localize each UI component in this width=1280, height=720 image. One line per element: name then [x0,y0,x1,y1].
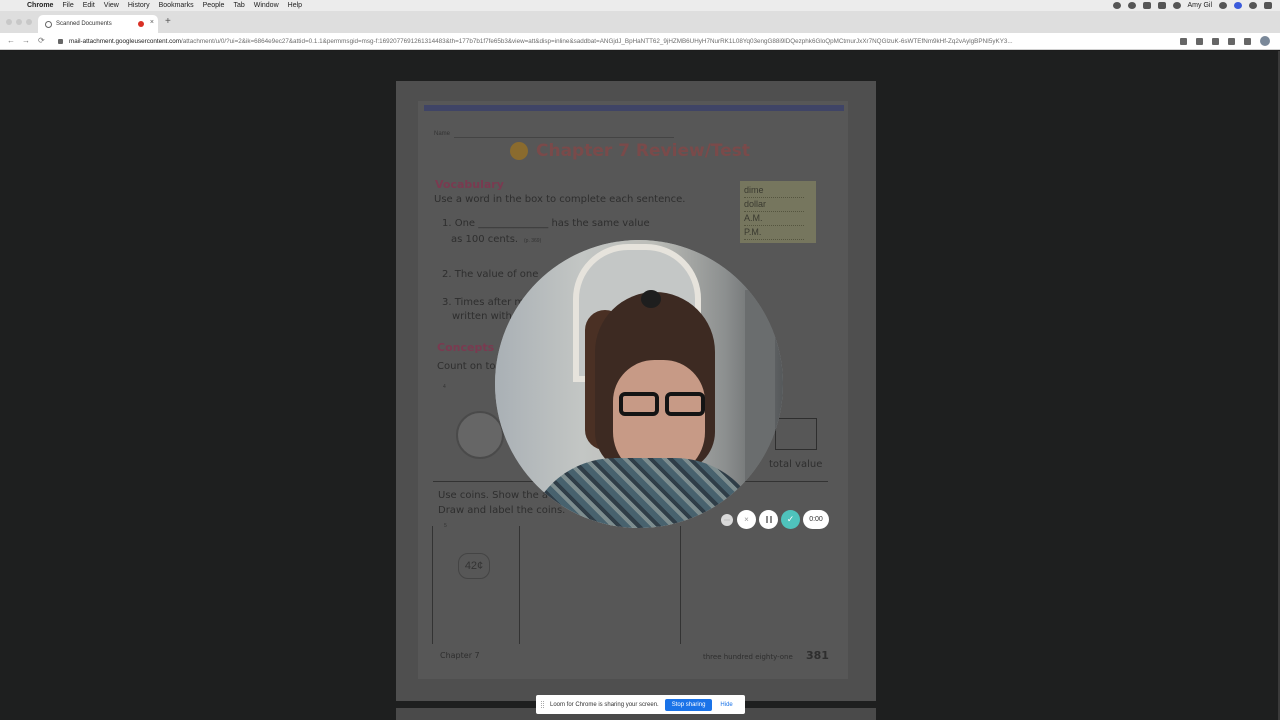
word-box: dime dollar A.M. P.M. [740,181,816,243]
bookmark-star-icon[interactable] [1212,37,1219,45]
footer-chapter: Chapter 7 [440,651,480,660]
window-controls [6,19,32,25]
page-banner [424,105,844,111]
word-dime: dime [744,184,804,198]
column-line-2 [519,526,520,644]
forward-icon[interactable]: → [22,36,30,45]
question-5-number: 5 [444,523,447,529]
column-line-1 [432,526,433,644]
screen-share-icon[interactable] [1142,2,1151,9]
menu-app-chrome[interactable]: Chrome [27,0,53,11]
reload-icon[interactable]: ⟳ [38,36,45,45]
sharing-message: Loom for Chrome is sharing your screen. [550,701,659,708]
status-area: Amy Gil [1112,0,1272,11]
vocabulary-heading: Vocabulary [435,178,504,191]
wifi-icon[interactable] [1172,2,1181,9]
hide-button[interactable]: Hide [720,702,732,708]
close-tab-icon[interactable]: × [150,19,154,26]
word-pm: P.M. [744,226,804,240]
camera-bubble[interactable] [495,240,783,528]
close-window-button[interactable] [6,19,12,25]
column-line-3 [680,526,681,644]
name-label: Name [434,131,451,137]
checkmark-icon [510,142,528,160]
globe-icon [45,20,52,28]
count-on-text: Count on to [437,361,496,372]
tab-title: Scanned Documents [56,21,112,27]
profile-avatar[interactable] [1260,36,1270,46]
url-path: /attachment/u/0/?ui=2&ik=6864e9ec27&atti… [181,38,1013,45]
menu-edit[interactable]: Edit [83,0,95,11]
menu-tab[interactable]: Tab [233,0,244,11]
pause-icon [765,516,772,523]
concepts-heading: Concepts [437,341,495,354]
address-bar[interactable]: mail-attachment.googleusercontent.com/at… [58,36,1188,47]
tab-scanned-documents[interactable]: Scanned Documents × [38,15,158,33]
more-options-button[interactable]: ⋯ [721,514,733,526]
tab-strip: Scanned Documents × + [0,11,1280,33]
word-dollar: dollar [744,198,804,212]
price-tag: 42¢ [458,553,490,579]
menu-window[interactable]: Window [254,0,279,11]
drag-handle-icon[interactable] [541,701,544,708]
page-number: 381 [806,649,829,662]
new-tab-button[interactable]: + [165,16,171,27]
instruction-text: Use a word in the box to complete each s… [434,194,686,205]
camera-person-hairclip [641,290,661,308]
recording-indicator-icon [138,21,144,27]
toolbar-actions [1180,36,1270,46]
camera-scene-frame [745,290,775,528]
menu-file[interactable]: File [62,0,73,11]
user-name[interactable]: Amy Gil [1188,2,1213,9]
menu-bar: Chrome File Edit View History Bookmarks … [0,0,1280,11]
cast-icon[interactable] [1180,37,1187,45]
word-am: A.M. [744,212,804,226]
url-host: mail-attachment.googleusercontent.com [69,38,182,45]
gear-icon[interactable] [1127,2,1136,9]
menu-history[interactable]: History [128,0,150,11]
menu-people[interactable]: People [203,0,225,11]
back-icon[interactable]: ← [7,36,15,45]
screen-sharing-bar: Loom for Chrome is sharing your screen. … [536,695,745,714]
extensions-icon[interactable] [1228,37,1235,45]
finish-recording-button[interactable]: ✓ [781,510,800,529]
search-icon[interactable] [1219,2,1227,9]
siri-icon[interactable] [1249,2,1257,9]
stop-sharing-button[interactable]: Stop sharing [664,698,713,711]
name-line [454,137,674,138]
minimize-window-button[interactable] [16,19,22,25]
maximize-window-button[interactable] [26,19,32,25]
footer-page-words: three hundred eighty-one [703,653,793,661]
cancel-recording-button[interactable]: × [737,510,756,529]
notification-center-icon[interactable] [1264,2,1272,9]
worksheet-title: Chapter 7 Review/Test [536,141,751,161]
zoom-icon[interactable] [1196,37,1203,45]
pause-recording-button[interactable] [759,510,778,529]
loom-icon[interactable] [1234,2,1242,9]
recording-timer: 0:00 [803,510,829,529]
lock-icon[interactable] [58,39,63,44]
extension-icon[interactable] [1244,37,1251,45]
menu-bookmarks[interactable]: Bookmarks [159,0,194,11]
menu-view[interactable]: View [104,0,119,11]
camera-person-glasses [619,392,715,416]
question-1: 1. One ______________ has the same value [442,218,650,229]
microphone-icon[interactable] [1112,2,1121,9]
menu-help[interactable]: Help [288,0,302,11]
pen-icon[interactable] [1157,2,1166,9]
question-4-number: 4 [443,384,446,390]
browser-toolbar: ← → ⟳ mail-attachment.googleusercontent.… [0,33,1280,50]
